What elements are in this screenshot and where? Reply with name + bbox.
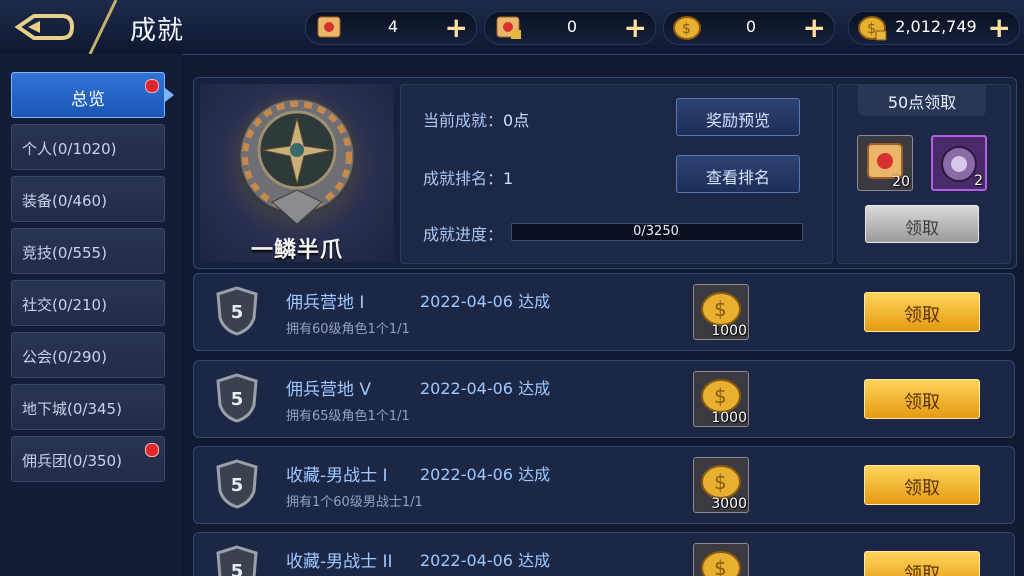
level-shield-icon: 5: [216, 459, 258, 509]
resource-scroll: 4 +: [305, 11, 477, 45]
notification-dot: [145, 443, 159, 457]
claim-button[interactable]: 领取: [864, 551, 980, 576]
reward-coin[interactable]: $: [693, 543, 749, 576]
sidebar-item-mercenary[interactable]: 佣兵团(0/350): [11, 436, 165, 482]
sidebar-item-guild[interactable]: 公会(0/290): [11, 332, 165, 378]
level-shield-icon: 5: [216, 286, 258, 336]
ranking-value: 1: [503, 169, 514, 188]
svg-text:$: $: [682, 21, 691, 37]
sidebar-item-social[interactable]: 社交(0/210): [11, 280, 165, 326]
achievement-desc: 拥有1个60级男战士1/1: [286, 495, 423, 510]
achievement-date: 2022-04-06 达成: [420, 379, 551, 398]
achievement-name: 佣兵营地 I: [286, 293, 365, 313]
header-divider-icon: [88, 0, 118, 54]
compass-badge-icon: [237, 96, 357, 225]
achievement-date: 2022-04-06 达成: [420, 465, 551, 484]
add-resource-button[interactable]: +: [803, 11, 826, 44]
claim-button[interactable]: 领取: [864, 465, 980, 505]
level-shield-icon: 5: [216, 373, 258, 423]
sidebar-item-label: 竞技(0/555): [22, 244, 107, 262]
sidebar-item-label: 社交(0/210): [22, 296, 107, 314]
milestone-title: 50点领取: [858, 84, 986, 116]
claim-milestone-button[interactable]: 领取: [865, 205, 979, 243]
current-points-value: 0点: [503, 111, 530, 130]
svg-text:$: $: [867, 21, 876, 37]
scroll-lock-icon: [496, 16, 521, 39]
claim-button[interactable]: 领取: [864, 379, 980, 419]
sidebar-item-arena[interactable]: 竞技(0/555): [11, 228, 165, 274]
sidebar-item-label: 个人(0/1020): [22, 140, 117, 158]
level-number: 5: [231, 475, 244, 496]
page-title: 成就: [130, 16, 185, 46]
resource-value: 2,012,749: [895, 17, 977, 36]
achievement-date: 2022-04-06 达成: [420, 551, 551, 570]
resource-value: 4: [387, 17, 399, 36]
sidebar-item-equipment[interactable]: 装备(0/460): [11, 176, 165, 222]
achievement-desc: 拥有60级角色1个1/1: [286, 322, 410, 337]
view-ranking-button[interactable]: 查看排名: [676, 155, 800, 193]
level-number: 5: [231, 561, 244, 576]
resource-gold-locked: $ 2,012,749 +: [848, 11, 1020, 45]
achievement-desc: 拥有65级角色1个1/1: [286, 409, 410, 424]
achievement-name: 收藏-男战士 II: [286, 552, 393, 572]
resource-value: 0: [566, 17, 578, 36]
reward-coin[interactable]: $ 1000: [693, 371, 749, 427]
add-resource-button[interactable]: +: [445, 11, 468, 44]
achievement-row: 5 收藏-男战士 I 2022-04-06 达成 拥有1个60级男战士1/1 $…: [193, 446, 1015, 524]
achievement-name: 佣兵营地 V: [286, 380, 372, 400]
progress-label: 成就进度：: [423, 225, 504, 244]
gold-coin-lock-icon: $: [858, 16, 887, 41]
notification-dot: [145, 79, 159, 93]
sidebar-item-dungeon[interactable]: 地下城(0/345): [11, 384, 165, 430]
active-indicator-icon: [165, 88, 174, 102]
reward-coin[interactable]: $ 1000: [693, 284, 749, 340]
svg-text:$: $: [714, 470, 727, 494]
svg-text:$: $: [714, 556, 727, 576]
achievement-row: 5 佣兵营地 I 2022-04-06 达成 拥有60级角色1个1/1 $ 10…: [193, 273, 1015, 351]
sidebar-item-label: 公会(0/290): [22, 348, 107, 366]
ranking: 成就排名：1: [423, 165, 513, 189]
badge-title: 一鳞半爪: [250, 238, 343, 263]
achievement-date: 2022-04-06 达成: [420, 292, 551, 311]
ranking-label: 成就排名：: [423, 169, 504, 188]
achievement-row: 5 佣兵营地 V 2022-04-06 达成 拥有65级角色1个1/1 $ 10…: [193, 360, 1015, 438]
progress-text: 0/3250: [633, 224, 679, 239]
claim-button[interactable]: 领取: [864, 292, 980, 332]
sidebar-item-label: 装备(0/460): [22, 192, 107, 210]
reward-preview-button[interactable]: 奖励预览: [676, 98, 800, 136]
reward-coin[interactable]: $ 3000: [693, 457, 749, 513]
resource-scroll-locked: 0 +: [484, 11, 656, 45]
current-points: 当前成就：0点: [423, 107, 529, 131]
scroll-star-icon: [317, 16, 341, 38]
add-resource-button[interactable]: +: [624, 11, 647, 44]
level-shield-icon: 5: [216, 545, 258, 576]
sidebar-item-label: 总览: [71, 90, 105, 110]
back-icon[interactable]: [14, 10, 76, 44]
reward-item-qty: 20: [892, 174, 910, 190]
achievement-name: 收藏-男战士 I: [286, 466, 388, 486]
reward-item-scroll[interactable]: 20: [857, 135, 913, 191]
level-number: 5: [231, 389, 244, 410]
achievement-row: 5 收藏-男战士 II 2022-04-06 达成 $ 领取: [193, 532, 1015, 576]
gold-coin-icon: $: [673, 16, 701, 40]
sidebar-item-personal[interactable]: 个人(0/1020): [11, 124, 165, 170]
gold-coin-icon: $: [701, 551, 741, 576]
reward-amount: 3000: [711, 496, 747, 512]
reward-item-qty: 2: [974, 173, 983, 189]
svg-text:$: $: [714, 384, 727, 408]
level-number: 5: [231, 302, 244, 323]
resource-gold: $ 0 +: [663, 11, 835, 45]
current-points-label: 当前成就：: [423, 111, 504, 130]
sidebar-item-label: 地下城(0/345): [22, 400, 122, 418]
svg-text:$: $: [714, 297, 727, 321]
sidebar-item-overview[interactable]: 总览: [11, 72, 165, 118]
reward-item-orb[interactable]: 2: [931, 135, 987, 191]
resource-value: 0: [745, 17, 757, 36]
sidebar-item-label: 佣兵团(0/350): [22, 452, 122, 470]
reward-amount: 1000: [711, 410, 747, 426]
add-resource-button[interactable]: +: [988, 11, 1011, 44]
reward-amount: 1000: [711, 323, 747, 339]
